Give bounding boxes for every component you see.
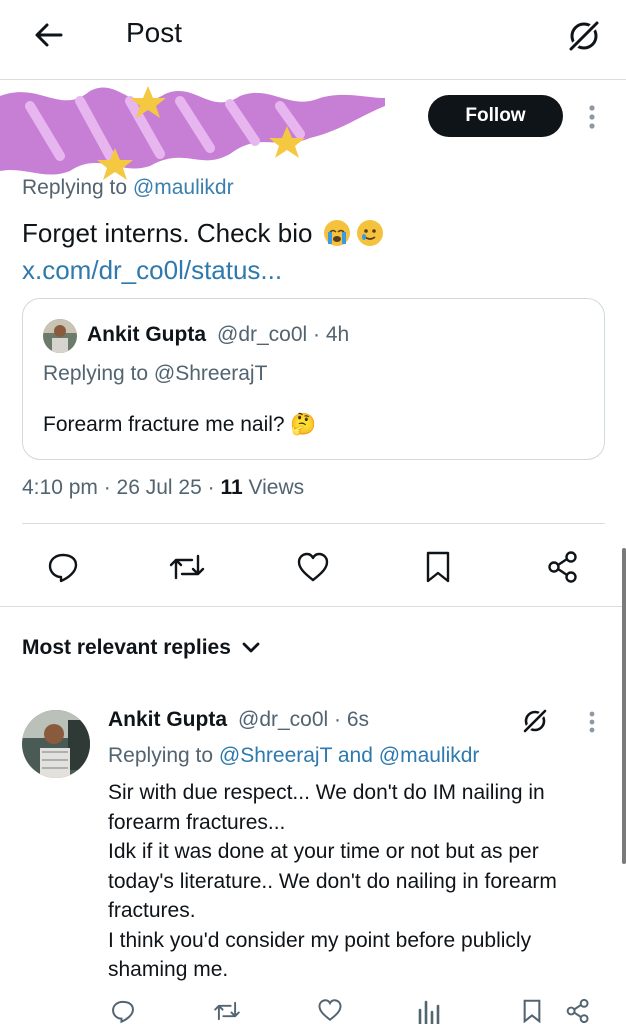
bookmark-button[interactable] bbox=[517, 998, 547, 1024]
reply-text-line: I think you'd consider my point before p… bbox=[108, 928, 532, 952]
replies-sort-label: Most relevant replies bbox=[22, 636, 231, 659]
like-icon bbox=[297, 552, 329, 582]
reply-author-handle: @dr_co0l · 6s bbox=[238, 708, 370, 731]
avatar[interactable] bbox=[43, 319, 77, 353]
scrollbar[interactable] bbox=[622, 548, 626, 864]
grok-icon bbox=[567, 19, 601, 53]
divider bbox=[22, 523, 605, 524]
reply-more-button[interactable] bbox=[580, 706, 604, 738]
post-more-button[interactable] bbox=[580, 100, 604, 134]
page-title: Post bbox=[126, 17, 183, 48]
follow-button[interactable]: Follow bbox=[428, 95, 563, 137]
reply-icon bbox=[48, 553, 78, 583]
quoted-author-handle: @dr_co0l · 4h bbox=[217, 323, 350, 346]
share-button[interactable] bbox=[563, 998, 593, 1024]
back-button[interactable] bbox=[28, 14, 70, 56]
reply-replying-prefix: Replying to bbox=[108, 744, 219, 767]
bookmark-icon bbox=[426, 551, 450, 583]
reply-replying-to: Replying to @ShreerajT and @maulikdr bbox=[108, 744, 479, 768]
share-icon bbox=[548, 551, 577, 583]
post-text-content: Forget interns. Check bio bbox=[22, 218, 313, 248]
reply-icon bbox=[112, 1000, 134, 1024]
top-bar: Post bbox=[0, 0, 626, 80]
smiling-tear-emoji-icon bbox=[356, 220, 383, 246]
post-text: Forget interns. Check bio bbox=[22, 218, 383, 249]
crying-emoji-icon bbox=[323, 220, 350, 246]
replies-sort-dropdown[interactable]: Most relevant replies bbox=[22, 636, 261, 660]
reply-replying-mentions[interactable]: @ShreerajT and @maulikdr bbox=[219, 744, 480, 767]
bookmark-button[interactable] bbox=[416, 545, 460, 589]
post-link[interactable]: x.com/dr_co0l/status... bbox=[22, 255, 282, 286]
repost-icon bbox=[214, 1001, 240, 1021]
more-vertical-icon bbox=[589, 711, 595, 733]
bookmark-icon bbox=[523, 999, 541, 1024]
quoted-post[interactable]: Ankit Gupta @dr_co0l · 4h Replying to @S… bbox=[22, 298, 605, 460]
reply-text: Sir with due respect... We don't do IM n… bbox=[108, 778, 608, 985]
views-button[interactable] bbox=[413, 998, 443, 1024]
replying-to: Replying to @maulikdr bbox=[22, 176, 234, 200]
post-meta: 4:10 pm · 26 Jul 25 · 11 Views bbox=[22, 476, 304, 500]
reply-grok-button[interactable] bbox=[518, 704, 552, 738]
grok-button[interactable] bbox=[562, 14, 606, 58]
repost-icon bbox=[169, 554, 205, 580]
repost-button[interactable] bbox=[212, 998, 242, 1024]
views-label: Views bbox=[242, 476, 305, 499]
like-button[interactable] bbox=[315, 998, 345, 1024]
more-vertical-icon bbox=[589, 105, 595, 129]
repost-button[interactable] bbox=[165, 545, 209, 589]
like-button[interactable] bbox=[291, 545, 335, 589]
reply-text-line: forearm fractures... bbox=[108, 810, 286, 834]
views-icon bbox=[418, 1000, 440, 1024]
divider bbox=[0, 606, 626, 607]
reply-author-name: Ankit Gupta bbox=[108, 708, 227, 731]
reply-text-line: Idk if it was done at your time or not b… bbox=[108, 840, 539, 863]
back-arrow-icon bbox=[35, 23, 63, 47]
reply-text-line: today's literature.. We don't do nailing… bbox=[108, 869, 557, 893]
replying-prefix: Replying to bbox=[22, 176, 128, 199]
avatar[interactable] bbox=[22, 710, 90, 778]
post-action-bar bbox=[0, 545, 626, 589]
chevron-down-icon bbox=[242, 642, 260, 653]
reply-button[interactable] bbox=[41, 545, 85, 589]
like-icon bbox=[318, 999, 342, 1021]
share-button[interactable] bbox=[541, 545, 585, 589]
redaction-scribble bbox=[0, 86, 385, 180]
reply-button[interactable] bbox=[108, 998, 138, 1024]
reply-text-line: Sir with due respect... We don't do IM n… bbox=[108, 781, 545, 804]
reply-text-line: shaming me. bbox=[108, 958, 229, 981]
quoted-replying-to: Replying to @ShreerajT bbox=[43, 362, 268, 385]
share-icon bbox=[566, 998, 589, 1024]
quoted-author-name: Ankit Gupta bbox=[87, 323, 206, 346]
reply-text-line: fractures. bbox=[108, 899, 196, 922]
reply-action-bar bbox=[0, 998, 626, 1024]
views-count: 11 bbox=[220, 476, 243, 499]
quoted-post-text: Forearm fracture me nail? 🤔 bbox=[43, 413, 317, 436]
replying-mention[interactable]: @maulikdr bbox=[133, 176, 234, 199]
post-timestamp: 4:10 pm · 26 Jul 25 · bbox=[22, 476, 221, 499]
grok-icon bbox=[521, 707, 549, 735]
